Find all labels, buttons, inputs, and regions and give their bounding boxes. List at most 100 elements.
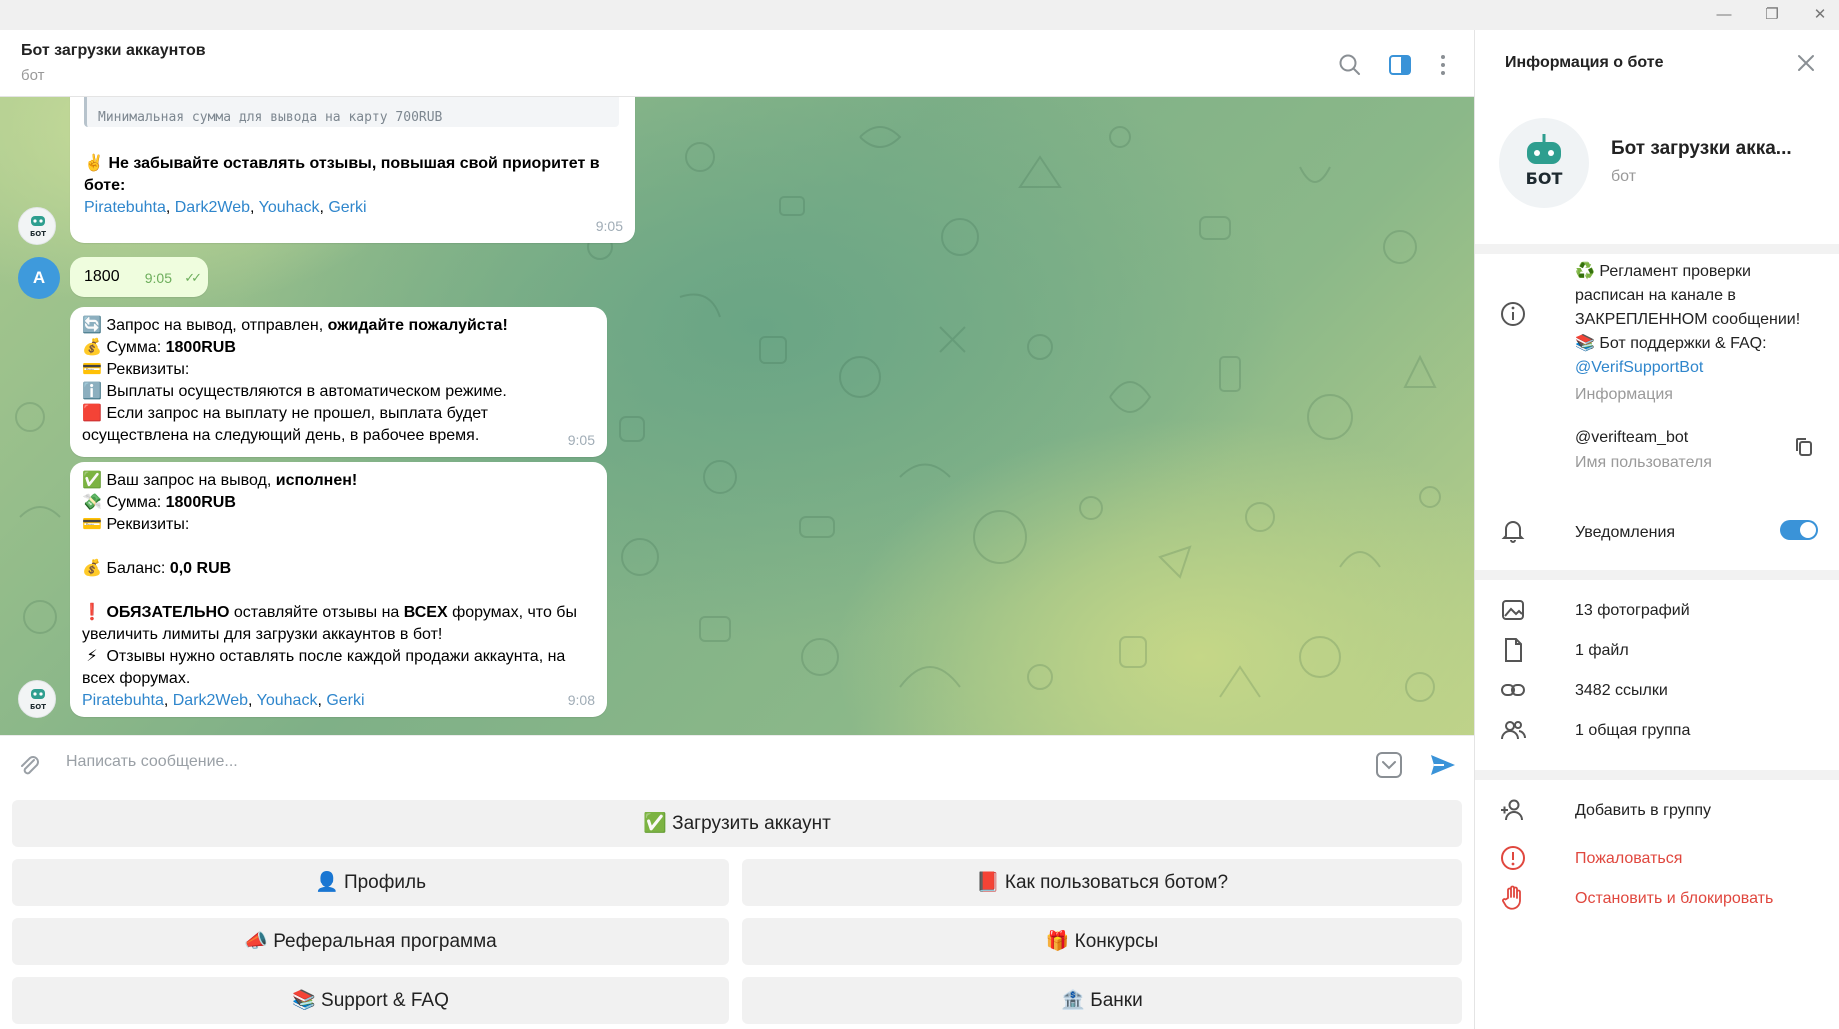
description-line: ЗАКРЕПЛЕННОМ сообщении! — [1575, 311, 1801, 328]
forum-link-piratebuhta[interactable]: Piratebuhta — [84, 199, 166, 216]
message-time: 9:05 — [144, 270, 172, 286]
copy-icon[interactable] — [1793, 436, 1815, 458]
forum-link-gerki[interactable]: Gerki — [328, 199, 366, 216]
link-icon — [1501, 684, 1525, 696]
bot-info-panel: Информация о боте БОТ Бот загрузки акка.… — [1474, 30, 1839, 1029]
stop-hand-icon — [1502, 885, 1521, 910]
message-line: Реквизиты: — [106, 516, 190, 533]
search-icon[interactable] — [1337, 52, 1363, 78]
photo-icon — [1502, 600, 1524, 620]
redacted-requisites — [194, 520, 312, 530]
section-divider — [1475, 770, 1839, 780]
bot-name: Бот загрузки акка... — [1611, 138, 1792, 159]
forum-link-piratebuhta[interactable]: Piratebuhta — [82, 692, 164, 709]
forum-link-dark2web[interactable]: Dark2Web — [173, 692, 248, 709]
message-line: Ваш запрос на вывод, — [106, 472, 272, 489]
message-line: Баланс: — [106, 560, 166, 577]
panel-title: Информация о боте — [1505, 54, 1664, 71]
send-icon[interactable] — [1428, 750, 1458, 780]
red-square-emoji-icon: 🟥 — [82, 405, 102, 422]
forum-link-youhack[interactable]: Youhack — [259, 199, 320, 216]
links-count[interactable]: 3482 ссылки — [1575, 682, 1668, 700]
svg-text:БОТ: БОТ — [30, 703, 46, 711]
read-checkmarks-icon: ✓✓ — [184, 270, 202, 285]
lightning-emoji-icon: ⚡ — [86, 648, 98, 665]
attach-paperclip-icon[interactable] — [16, 752, 42, 778]
description-line: ♻️ Регламент проверки — [1575, 263, 1751, 280]
message-line: ВСЕХ — [403, 604, 448, 621]
message-line: исполнен! — [275, 472, 358, 489]
section-divider — [1475, 570, 1839, 580]
description-line: 📚 Бот поддержки & FAQ: — [1575, 335, 1767, 352]
message-line: увеличить лимиты для загрузки аккаунтов … — [82, 626, 443, 643]
refresh-emoji-icon: 🔄 — [82, 317, 102, 334]
common-groups-count[interactable]: 1 общая группа — [1575, 722, 1690, 740]
stop-and-block-button[interactable]: Остановить и блокировать — [1575, 890, 1773, 908]
forum-link-dark2web[interactable]: Dark2Web — [175, 199, 250, 216]
robot-icon: БОТ — [30, 216, 46, 238]
victory-emoji-icon: ✌️ — [84, 155, 104, 172]
chat-subtitle: бот — [21, 67, 45, 84]
upload-account-button[interactable]: ✅ Загрузить аккаунт — [12, 800, 1462, 847]
message-time: 9:05 — [567, 432, 595, 448]
message-input[interactable]: Написать сообщение... — [66, 753, 238, 771]
message-bubble[interactable]: ✅ Ваш запрос на вывод, исполнен! 💸 Сумма… — [70, 462, 607, 717]
message-composer[interactable]: Написать сообщение... — [0, 735, 1474, 792]
sidebar-toggle-icon[interactable] — [1387, 52, 1413, 78]
bot-keyboard-toggle-icon[interactable] — [1375, 751, 1403, 779]
photos-count[interactable]: 13 фотографий — [1575, 602, 1690, 620]
close-window-button[interactable]: ✕ — [1808, 4, 1832, 26]
bot-profile-avatar[interactable]: БОТ — [1499, 118, 1589, 208]
how-to-use-button[interactable]: 📕 Как пользоваться ботом? — [742, 859, 1462, 906]
exclamation-emoji-icon: ❗ — [82, 604, 102, 621]
bot-avatar[interactable]: БОТ — [18, 680, 56, 718]
money-bag-emoji-icon: 💰 — [82, 339, 102, 356]
more-menu-icon[interactable] — [1430, 52, 1456, 78]
card-emoji-icon: 💳 — [82, 361, 102, 378]
profile-button[interactable]: 👤 Профиль — [12, 859, 729, 906]
message-line: Реквизиты: — [106, 361, 190, 378]
forum-link-youhack[interactable]: Youhack — [257, 692, 318, 709]
outgoing-message-bubble[interactable]: 1800 9:05 ✓✓ — [70, 257, 208, 297]
message-line: боте: — [84, 177, 126, 194]
chat-header[interactable]: Бот загрузки аккаунтов бот — [0, 30, 1474, 97]
username-caption: Имя пользователя — [1575, 454, 1712, 471]
message-line: форумах, что бы — [452, 604, 577, 621]
add-to-group-button[interactable]: Добавить в группу — [1575, 802, 1711, 820]
group-icon — [1501, 721, 1527, 740]
files-count[interactable]: 1 файл — [1575, 642, 1629, 660]
bot-avatar[interactable]: БОТ — [18, 207, 56, 245]
banks-button[interactable]: 🏦 Банки — [742, 977, 1462, 1024]
message-line: осуществлена на следующий день, в рабоче… — [82, 427, 480, 444]
code-quote-block: Минимальная сумма для вывода на карту 70… — [84, 97, 619, 127]
check-emoji-icon: ✅ — [82, 472, 102, 489]
bot-username[interactable]: @verifteam_bot — [1575, 426, 1688, 450]
contests-button[interactable]: 🎁 Конкурсы — [742, 918, 1462, 965]
forum-link-gerki[interactable]: Gerki — [326, 692, 364, 709]
chat-title[interactable]: Бот загрузки аккаунтов — [21, 42, 206, 60]
bot-reply-keyboard: ✅ Загрузить аккаунт 👤 Профиль 📕 Как поль… — [0, 792, 1474, 1029]
message-bubble[interactable]: Минимальная сумма для вывода на карту 70… — [70, 97, 635, 243]
restore-button[interactable]: ❐ — [1760, 4, 1784, 26]
report-button[interactable]: Пожаловаться — [1575, 850, 1682, 868]
close-icon[interactable] — [1795, 52, 1817, 74]
message-text: ✌️ Не забывайте оставлять отзывы, повыша… — [84, 155, 600, 216]
toggle-knob — [1800, 522, 1816, 538]
support-bot-link[interactable]: @VerifSupportBot — [1575, 356, 1800, 380]
svg-text:БОТ: БОТ — [1526, 169, 1563, 188]
message-line: ожидайте пожалуйста! — [327, 317, 508, 334]
message-text: ✅ Ваш запрос на вывод, исполнен! 💸 Сумма… — [82, 472, 577, 709]
message-time: 9:08 — [567, 692, 595, 708]
robot-icon: БОТ — [1526, 134, 1563, 188]
message-line: Сумма: — [106, 339, 162, 356]
referral-program-button[interactable]: 📣 Реферальная программа — [12, 918, 729, 965]
minimize-button[interactable]: — — [1712, 4, 1736, 26]
support-faq-button[interactable]: 📚 Support & FAQ — [12, 977, 729, 1024]
report-icon — [1501, 846, 1525, 870]
chat-messages-area[interactable]: Минимальная сумма для вывода на карту 70… — [0, 97, 1474, 735]
bot-type-label: бот — [1611, 168, 1637, 185]
message-bubble[interactable]: 🔄 Запрос на вывод, отправлен, ожидайте п… — [70, 307, 607, 457]
user-avatar[interactable]: A — [18, 257, 60, 299]
notifications-toggle[interactable] — [1780, 520, 1818, 540]
message-time: 9:05 — [595, 218, 623, 234]
